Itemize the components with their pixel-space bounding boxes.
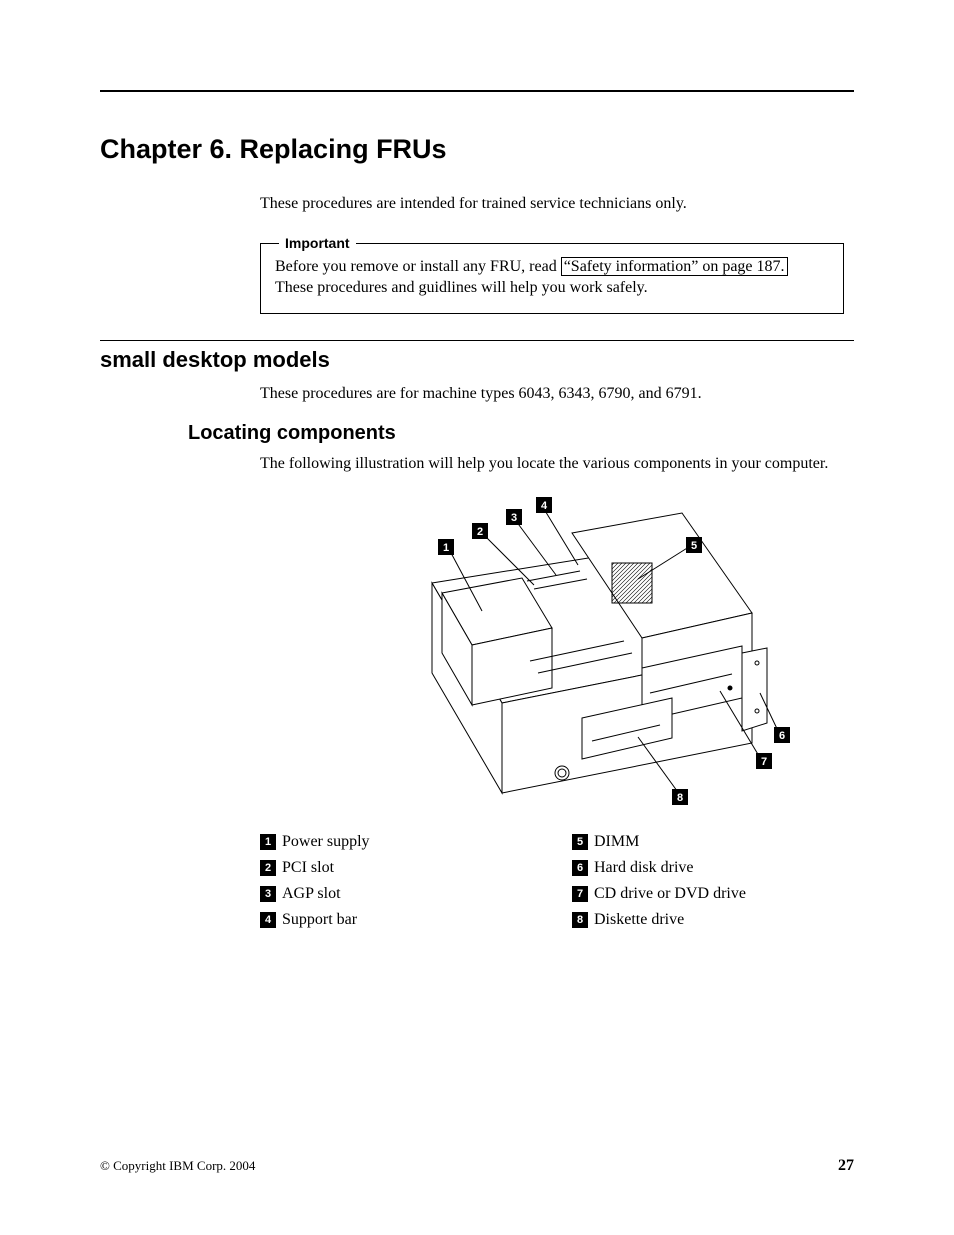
callout-2: 2 xyxy=(472,523,488,539)
legend-table: 1 Power supply 2 PCI slot 3 AGP slot 4 Suppo… xyxy=(260,830,844,934)
subsection-title-locating: Locating components xyxy=(188,422,854,445)
callout-badge: 2 xyxy=(260,860,276,876)
notice-legend: Important xyxy=(279,234,356,253)
callout-8: 8 xyxy=(672,789,688,805)
svg-text:2: 2 xyxy=(477,526,483,538)
legend-col-right: 5 DIMM 6 Hard disk drive 7 CD drive or DVD … xyxy=(572,830,844,934)
legend-row: 2 PCI slot xyxy=(260,856,532,880)
legend-row: 6 Hard disk drive xyxy=(572,856,844,880)
callout-badge: 8 xyxy=(572,912,588,928)
section-title-small-desktop: small desktop models xyxy=(100,347,854,373)
legend-row: 8 Diskette drive xyxy=(572,908,844,932)
callout-badge: 5 xyxy=(572,834,588,850)
section1-block: These procedures are for machine types 6… xyxy=(260,383,844,405)
svg-text:3: 3 xyxy=(511,512,517,524)
callout-6: 6 xyxy=(774,727,790,743)
callout-badge: 1 xyxy=(260,834,276,850)
legend-label: DIMM xyxy=(594,830,639,854)
intro-paragraph: These procedures are intended for traine… xyxy=(260,193,844,215)
callout-5: 5 xyxy=(686,537,702,553)
page: Chapter 6. Replacing FRUs These procedur… xyxy=(0,0,954,1235)
legend-row: 5 DIMM xyxy=(572,830,844,854)
legend-label: Hard disk drive xyxy=(594,856,694,880)
callout-3: 3 xyxy=(506,509,522,525)
section1-paragraph: These procedures are for machine types 6… xyxy=(260,383,844,405)
legend-label: Power supply xyxy=(282,830,370,854)
legend-label: CD drive or DVD drive xyxy=(594,882,746,906)
legend-row: 4 Support bar xyxy=(260,908,532,932)
callout-badge: 7 xyxy=(572,886,588,902)
desktop-illustration: 1 2 3 4 5 6 7 8 xyxy=(312,493,792,813)
svg-text:7: 7 xyxy=(761,756,767,768)
callout-badge: 4 xyxy=(260,912,276,928)
notice-text-before: Before you remove or install any FRU, re… xyxy=(275,258,561,275)
legend-label: PCI slot xyxy=(282,856,334,880)
legend-label: Diskette drive xyxy=(594,908,684,932)
page-footer: © Copyright IBM Corp. 2004 27 xyxy=(100,1157,854,1175)
callout-1: 1 xyxy=(438,539,454,555)
safety-xref-link[interactable]: “Safety information” on page 187. xyxy=(561,257,788,276)
legend-label: AGP slot xyxy=(282,882,341,906)
legend-row: 7 CD drive or DVD drive xyxy=(572,882,844,906)
callout-badge: 6 xyxy=(572,860,588,876)
intro-block: These procedures are intended for traine… xyxy=(260,193,844,314)
component-figure: 1 2 3 4 5 6 7 8 xyxy=(260,493,844,818)
legend-label: Support bar xyxy=(282,908,357,932)
svg-text:1: 1 xyxy=(443,542,449,554)
copyright-text: © Copyright IBM Corp. 2004 xyxy=(100,1158,255,1174)
callout-4: 4 xyxy=(536,497,552,513)
legend-col-left: 1 Power supply 2 PCI slot 3 AGP slot 4 Suppo… xyxy=(260,830,532,934)
chapter-title: Chapter 6. Replacing FRUs xyxy=(100,134,854,165)
legend-row: 1 Power supply xyxy=(260,830,532,854)
callout-7: 7 xyxy=(756,753,772,769)
svg-text:6: 6 xyxy=(779,730,785,742)
subsection1-block: The following illustration will help you… xyxy=(260,453,844,934)
subsection-wrap: Locating components xyxy=(188,422,854,445)
subsection1-paragraph: The following illustration will help you… xyxy=(260,453,844,475)
svg-text:8: 8 xyxy=(677,792,683,804)
important-notice: Important Before you remove or install a… xyxy=(260,243,844,314)
notice-text-after: These procedures and guidlines will help… xyxy=(275,279,648,296)
legend-row: 3 AGP slot xyxy=(260,882,532,906)
svg-text:4: 4 xyxy=(541,500,548,512)
page-number: 27 xyxy=(838,1157,854,1175)
callout-badge: 3 xyxy=(260,886,276,902)
top-rule xyxy=(100,90,854,92)
svg-text:5: 5 xyxy=(691,540,697,552)
section-rule xyxy=(100,340,854,341)
